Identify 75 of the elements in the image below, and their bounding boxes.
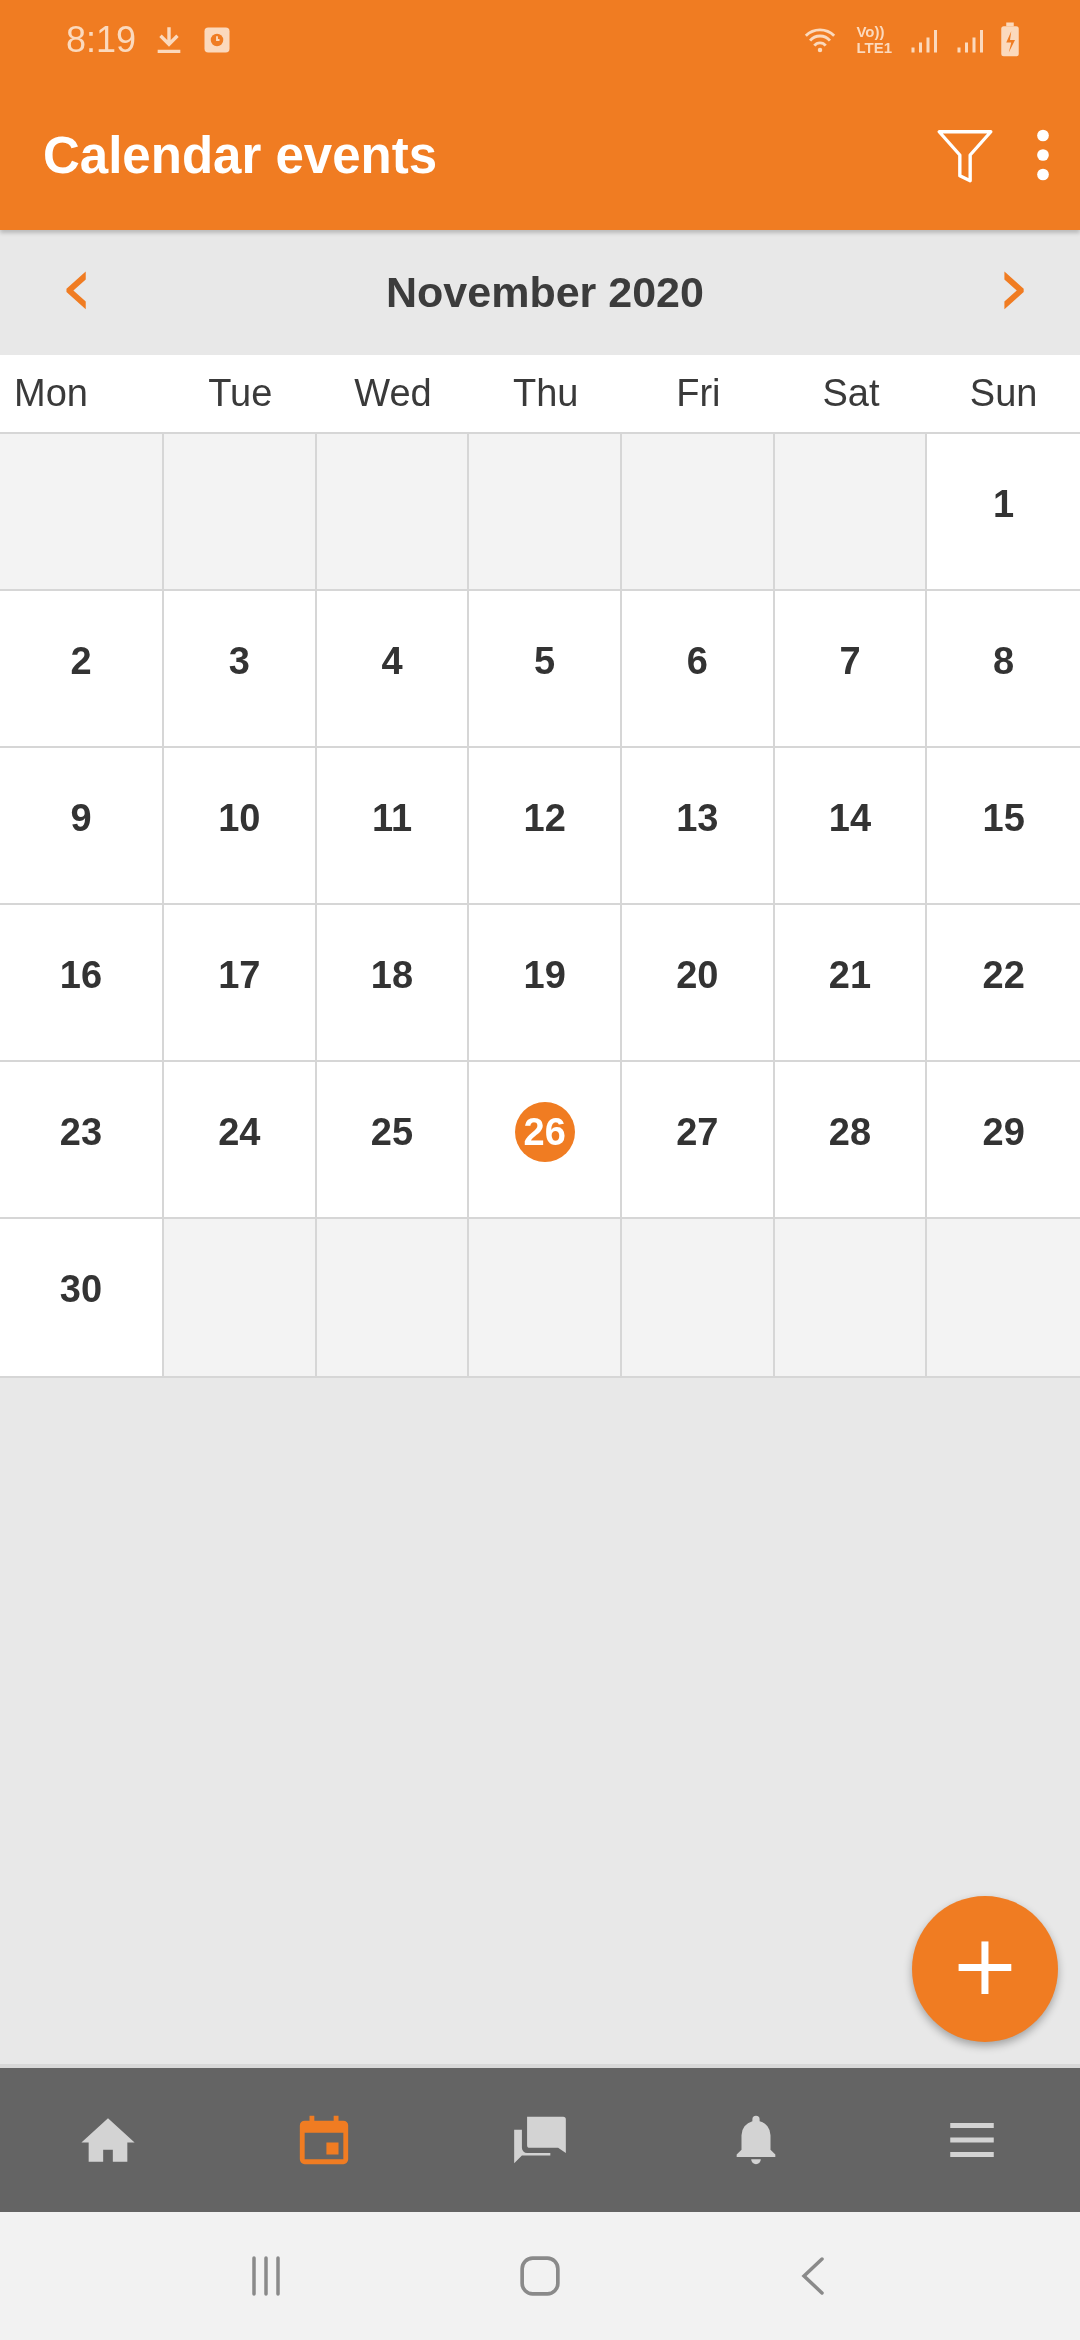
day-cell[interactable]: 21: [774, 905, 928, 1062]
day-number: 22: [981, 952, 1026, 998]
day-cell[interactable]: 7: [774, 591, 928, 748]
more-icon[interactable]: [1036, 129, 1050, 181]
day-number: 24: [217, 1109, 262, 1155]
battery-icon: [1000, 22, 1020, 58]
lte-label: LTE1: [856, 40, 892, 56]
day-number: 8: [992, 638, 1016, 684]
day-number: 30: [58, 1266, 104, 1312]
day-cell[interactable]: 10: [164, 748, 317, 905]
day-cell[interactable]: 6: [622, 591, 775, 748]
weekday-label: Thu: [512, 372, 579, 415]
day-number: 10: [217, 795, 262, 841]
home-button-icon[interactable]: [519, 2255, 561, 2297]
day-number: 29: [981, 1109, 1026, 1155]
day-cell[interactable]: 27: [622, 1062, 775, 1219]
day-number: 25: [369, 1109, 415, 1155]
day-cell[interactable]: 3: [164, 591, 317, 748]
day-cell[interactable]: 15: [927, 748, 1080, 905]
day-number: 16: [58, 952, 104, 998]
day-number: 21: [827, 952, 873, 998]
day-number: 27: [675, 1109, 720, 1155]
day-cell[interactable]: 17: [164, 905, 317, 1062]
day-number: 6: [685, 638, 709, 684]
weekday-label: Wed: [354, 372, 432, 415]
day-cell[interactable]: 1: [927, 434, 1080, 591]
day-number: 11: [370, 795, 414, 841]
day-cell[interactable]: 20: [622, 905, 775, 1062]
day-cell[interactable]: 14: [774, 748, 928, 905]
day-number: 12: [522, 795, 567, 841]
day-number: 7: [838, 638, 862, 684]
day-number: 18: [369, 952, 415, 998]
day-number: 28: [827, 1109, 873, 1155]
day-cell[interactable]: 22: [927, 905, 1080, 1062]
day-cell[interactable]: 19: [469, 905, 622, 1062]
day-number: 15: [981, 795, 1026, 841]
weekday-label: Fri: [676, 372, 721, 415]
day-number: 20: [675, 952, 720, 998]
month-label: November 2020: [386, 268, 704, 317]
day-cell[interactable]: 30: [0, 1219, 164, 1376]
screen-title: Calendar events: [43, 125, 437, 185]
day-number: 23: [58, 1109, 104, 1155]
day-number: 1: [992, 481, 1016, 527]
status-time: 8:19: [66, 19, 137, 61]
day-cell[interactable]: 16: [0, 905, 164, 1062]
day-cell[interactable]: 18: [316, 905, 470, 1062]
day-cell[interactable]: 12: [469, 748, 622, 905]
day-cell[interactable]: 29: [927, 1062, 1080, 1219]
day-number: 19: [522, 952, 567, 998]
day-number: 4: [380, 638, 404, 684]
weekday-label: Sat: [822, 372, 880, 415]
weekday-label: Sun: [969, 372, 1038, 415]
day-cell[interactable]: 9: [0, 748, 164, 905]
day-number: 13: [675, 795, 720, 841]
day-cell[interactable]: 23: [0, 1062, 164, 1219]
day-cell[interactable]: 13: [622, 748, 775, 905]
day-number: 3: [227, 638, 251, 684]
day-cell[interactable]: 8: [927, 591, 1080, 748]
volte-label: Vo)): [856, 24, 886, 40]
day-cell[interactable]: 24: [164, 1062, 317, 1219]
day-cell[interactable]: 11: [316, 748, 470, 905]
day-cell[interactable]: 28: [774, 1062, 928, 1219]
day-number: 9: [69, 795, 93, 841]
weekday-label: Mon: [13, 372, 88, 415]
day-cell[interactable]: 5: [469, 591, 622, 748]
weekday-label: Tue: [208, 372, 273, 415]
day-number: 5: [533, 638, 557, 684]
day-cell[interactable]: 25: [316, 1062, 470, 1219]
day-number: 14: [827, 795, 873, 841]
day-cell[interactable]: 2: [0, 591, 164, 748]
day-number: 2: [69, 638, 93, 684]
day-number: 26: [514, 1102, 575, 1162]
day-number: 17: [217, 952, 262, 998]
clock-icon: [202, 25, 233, 55]
day-cell[interactable]: 4: [316, 591, 470, 748]
